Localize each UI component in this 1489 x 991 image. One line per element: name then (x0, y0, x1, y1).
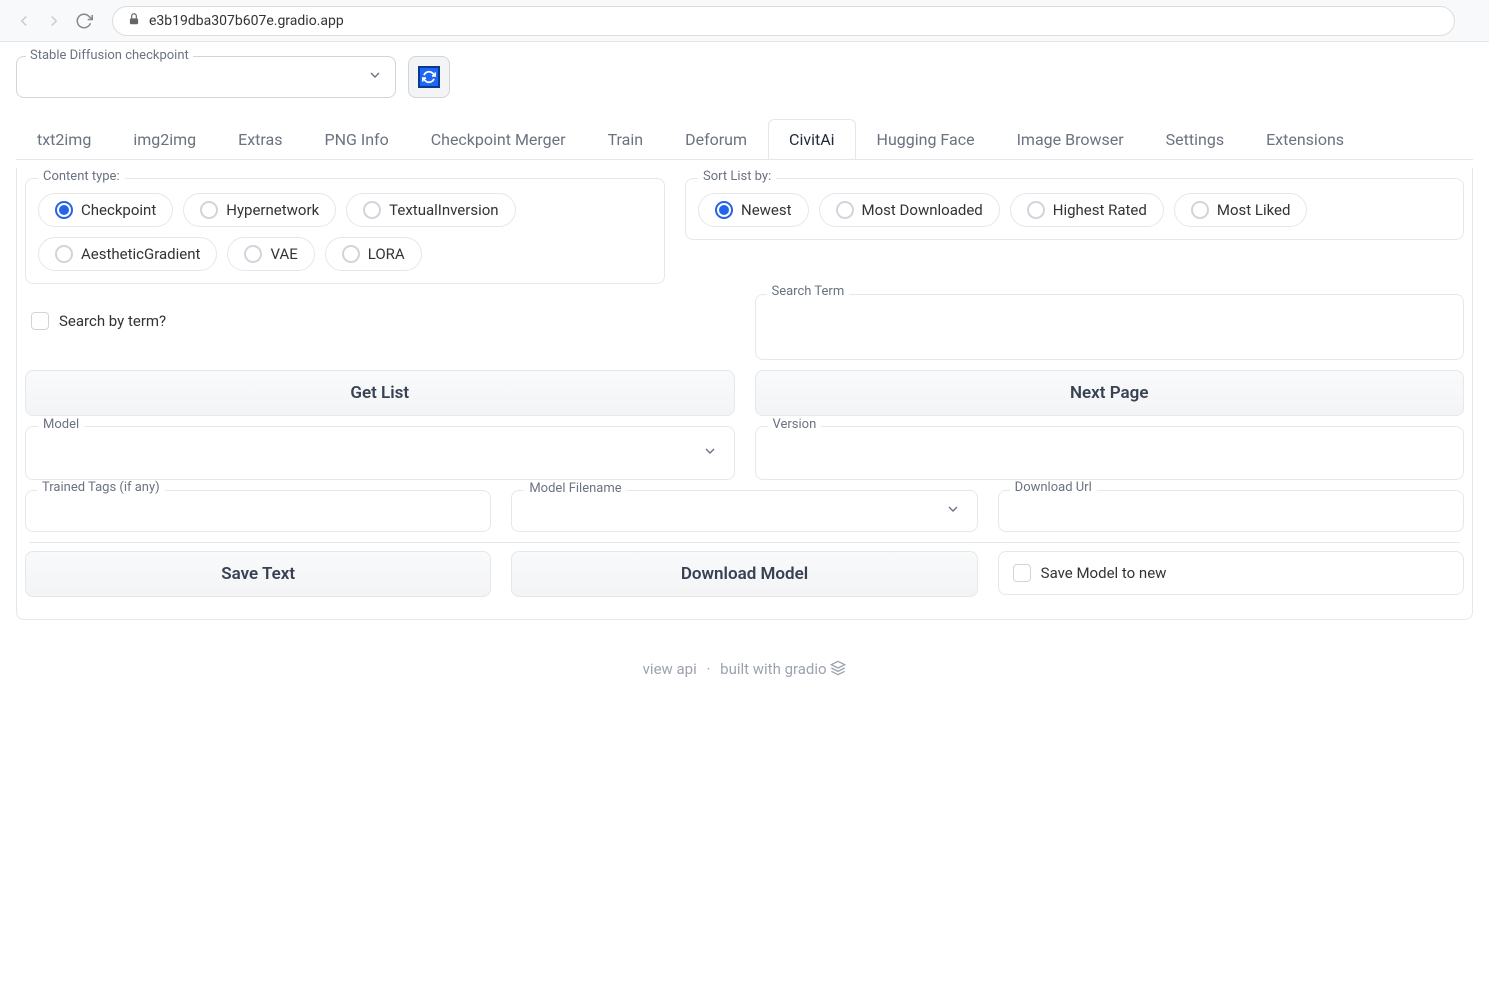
tab-settings[interactable]: Settings (1145, 119, 1245, 160)
tab-extras[interactable]: Extras (217, 119, 303, 160)
built-with-gradio-link[interactable]: built with gradio (720, 660, 826, 678)
save-text-button[interactable]: Save Text (25, 551, 491, 597)
radio-icon (55, 245, 73, 263)
search-by-term-label: Search by term? (59, 312, 166, 330)
download-model-button[interactable]: Download Model (511, 551, 977, 597)
tab-txt2img[interactable]: txt2img (16, 119, 112, 160)
lock-icon (127, 12, 141, 30)
search-term-field[interactable]: Search Term (755, 294, 1465, 360)
radio-highest-rated[interactable]: Highest Rated (1010, 193, 1164, 227)
radio-checkpoint[interactable]: Checkpoint (38, 193, 173, 227)
checkbox-icon (1013, 564, 1031, 582)
radio-label: Most Liked (1217, 201, 1291, 219)
checkbox-icon (31, 312, 49, 330)
sort-by-label: Sort List by: (698, 169, 776, 184)
tab-train[interactable]: Train (587, 119, 665, 160)
search-term-label: Search Term (767, 284, 850, 299)
footer-separator: · (706, 660, 710, 678)
radio-label: LORA (368, 245, 405, 263)
model-filename-label: Model Filename (524, 481, 626, 496)
radio-label: VAE (270, 245, 297, 263)
version-dropdown[interactable]: Version (755, 426, 1465, 480)
radio-vae[interactable]: VAE (227, 237, 314, 271)
radio-icon (55, 201, 73, 219)
tab-png-info[interactable]: PNG Info (303, 119, 409, 160)
nav-reload-button[interactable] (74, 11, 94, 31)
chevron-down-icon (367, 67, 383, 87)
radio-label: Checkpoint (81, 201, 156, 219)
content-type-label: Content type: (38, 169, 125, 184)
next-page-button[interactable]: Next Page (755, 370, 1465, 416)
radio-icon (1191, 201, 1209, 219)
model-filename-dropdown[interactable]: Model Filename (511, 490, 977, 532)
refresh-icon (418, 66, 440, 88)
download-url-field[interactable]: Download Url (998, 490, 1464, 532)
tab-hugging-face[interactable]: Hugging Face (856, 119, 996, 160)
tab-checkpoint-merger[interactable]: Checkpoint Merger (410, 119, 587, 160)
download-url-label: Download Url (1010, 480, 1097, 495)
main-tabs: txt2img img2img Extras PNG Info Checkpoi… (16, 118, 1473, 160)
trained-tags-field[interactable]: Trained Tags (if any) (25, 490, 491, 532)
chevron-down-icon (702, 443, 718, 463)
version-label: Version (768, 417, 822, 432)
radio-aestheticgradient[interactable]: AestheticGradient (38, 237, 217, 271)
radio-label: AestheticGradient (81, 245, 200, 263)
content-type-group: Content type: Checkpoint Hypernetwork Te… (25, 178, 665, 284)
save-model-new-checkbox[interactable]: Save Model to new (998, 551, 1464, 595)
url-bar[interactable]: e3b19dba307b607e.gradio.app (112, 6, 1455, 36)
view-api-link[interactable]: view api (643, 660, 697, 678)
radio-most-liked[interactable]: Most Liked (1174, 193, 1308, 227)
radio-lora[interactable]: LORA (325, 237, 422, 271)
tab-civitai[interactable]: CivitAi (768, 119, 856, 160)
radio-label: Newest (741, 201, 792, 219)
radio-most-downloaded[interactable]: Most Downloaded (819, 193, 1000, 227)
radio-label: Highest Rated (1053, 201, 1147, 219)
browser-bar: e3b19dba307b607e.gradio.app (0, 0, 1489, 42)
radio-label: Hypernetwork (226, 201, 319, 219)
radio-icon (342, 245, 360, 263)
tab-image-browser[interactable]: Image Browser (996, 119, 1145, 160)
chevron-down-icon (945, 501, 961, 521)
get-list-button[interactable]: Get List (25, 370, 735, 416)
tab-deforum[interactable]: Deforum (664, 119, 768, 160)
nav-forward-button[interactable] (44, 11, 64, 31)
save-model-new-label: Save Model to new (1041, 564, 1167, 582)
radio-icon (836, 201, 854, 219)
sd-checkpoint-dropdown[interactable]: Stable Diffusion checkpoint (16, 56, 396, 98)
tab-extensions[interactable]: Extensions (1245, 119, 1365, 160)
sd-checkpoint-label: Stable Diffusion checkpoint (26, 48, 193, 63)
refresh-checkpoint-button[interactable] (408, 56, 450, 98)
nav-back-button[interactable] (14, 11, 34, 31)
radio-icon (244, 245, 262, 263)
sort-by-group: Sort List by: Newest Most Downloaded Hig… (685, 178, 1464, 240)
model-dropdown[interactable]: Model (25, 426, 735, 480)
trained-tags-label: Trained Tags (if any) (37, 480, 165, 495)
radio-label: TextualInversion (389, 201, 498, 219)
model-label: Model (38, 417, 84, 432)
tab-img2img[interactable]: img2img (112, 119, 217, 160)
civitai-panel: Content type: Checkpoint Hypernetwork Te… (16, 168, 1473, 620)
footer: view api · built with gradio (16, 620, 1473, 700)
radio-icon (200, 201, 218, 219)
radio-icon (715, 201, 733, 219)
radio-icon (1027, 201, 1045, 219)
radio-icon (363, 201, 381, 219)
search-by-term-checkbox[interactable]: Search by term? (25, 294, 735, 348)
radio-newest[interactable]: Newest (698, 193, 809, 227)
gradio-icon (830, 660, 846, 680)
radio-label: Most Downloaded (862, 201, 983, 219)
radio-textualinversion[interactable]: TextualInversion (346, 193, 515, 227)
radio-hypernetwork[interactable]: Hypernetwork (183, 193, 336, 227)
url-text: e3b19dba307b607e.gradio.app (149, 13, 344, 29)
